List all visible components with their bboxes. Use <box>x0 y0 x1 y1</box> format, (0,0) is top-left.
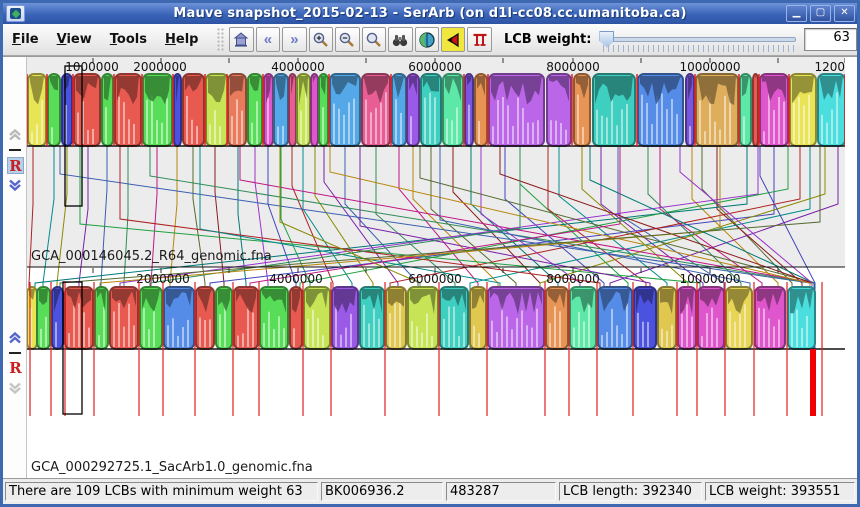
menu-toolbar: File View Tools Help « » <box>3 24 857 56</box>
genome2-collapse-button[interactable] <box>7 352 22 354</box>
genome2-reverse-button[interactable]: R <box>7 360 22 377</box>
svg-text:8000000: 8000000 <box>546 60 599 74</box>
menu-view[interactable]: View <box>48 32 101 47</box>
slider-ticks <box>603 45 796 52</box>
chevron-up-icon <box>8 129 22 141</box>
svg-text:4000000: 4000000 <box>269 272 322 286</box>
zoom-icon <box>365 31 383 49</box>
reverse-label: R <box>7 157 24 174</box>
zoom-in-icon <box>312 31 330 49</box>
genome2-label: GCA_000292725.1_SacArb1.0_genomic.fna <box>31 460 313 475</box>
genome1-move-down-button[interactable] <box>7 179 22 191</box>
svg-text:1000000: 1000000 <box>65 60 118 74</box>
genome-control-strip: R R <box>3 57 27 478</box>
menu-tools[interactable]: Tools <box>101 32 156 47</box>
find-button[interactable] <box>388 27 412 52</box>
lcb-weight-button[interactable] <box>467 27 491 52</box>
window-title: Mauve snapshot_2015-02-13 - SerArb (on d… <box>3 6 857 21</box>
dash-icon <box>9 149 21 151</box>
minimize-button[interactable]: ▁ <box>786 5 807 22</box>
status-lcb-length: LCB length: 392340 <box>559 482 702 501</box>
zoom-select-button[interactable] <box>362 27 386 52</box>
svg-text:10000000: 10000000 <box>679 60 740 74</box>
orthologs-button[interactable] <box>415 27 439 52</box>
alignment-viewer: R R <box>3 56 857 479</box>
chevron-down-icon <box>8 382 22 394</box>
binoculars-icon <box>391 31 409 49</box>
status-bar: There are 109 LCBs with minimum weight 6… <box>3 479 857 504</box>
globe-icon <box>418 31 436 49</box>
lcb-weight-label: LCB weight: <box>504 32 592 47</box>
genome1-collapse-button[interactable] <box>7 149 22 151</box>
genome-view-svg[interactable]: 1000000 2000000 4000000 6000000 8000000 10000… <box>27 57 845 479</box>
status-contig-name: BK006936.2 <box>321 482 443 501</box>
zoom-out-icon <box>338 31 356 49</box>
toolbar-drag-handle[interactable] <box>217 28 225 52</box>
home-icon <box>232 31 250 49</box>
svg-text:4000000: 4000000 <box>271 60 324 74</box>
slider-groove <box>601 37 796 42</box>
lcb-weight-slider[interactable] <box>597 28 798 52</box>
back-button[interactable]: « <box>256 27 280 52</box>
svg-text:6000000: 6000000 <box>408 60 461 74</box>
genome1-label: GCA_000146045.2_R64_genomic.fna <box>31 249 272 264</box>
genome2-move-up-button[interactable] <box>7 332 22 344</box>
forward-button[interactable]: » <box>282 27 306 52</box>
genome1-move-up-button[interactable] <box>7 129 22 141</box>
menu-help[interactable]: Help <box>156 32 207 47</box>
lcb-weight-icon <box>471 31 489 49</box>
status-position: 483287 <box>446 482 556 501</box>
close-button[interactable]: ✕ <box>834 5 855 22</box>
recolor-button[interactable] <box>441 27 465 52</box>
svg-text:12000000: 12000000 <box>814 60 845 74</box>
genome2-move-down-button[interactable] <box>7 382 22 394</box>
svg-text:6000000: 6000000 <box>408 272 461 286</box>
menu-file[interactable]: File <box>3 32 48 47</box>
chevron-up-icon <box>8 332 22 344</box>
back-icon: « <box>264 32 272 47</box>
svg-text:2000000: 2000000 <box>133 60 186 74</box>
title-bar[interactable]: Mauve snapshot_2015-02-13 - SerArb (on d… <box>3 3 857 24</box>
home-button[interactable] <box>229 27 253 52</box>
dash-icon <box>9 352 21 354</box>
svg-text:8000000: 8000000 <box>546 272 599 286</box>
reverse-label: R <box>7 360 24 377</box>
recolor-icon <box>444 31 462 49</box>
zoom-out-button[interactable] <box>335 27 359 52</box>
genome1-reverse-button[interactable]: R <box>7 157 22 174</box>
lcb-weight-value[interactable]: 63 <box>804 28 857 51</box>
status-lcb-weight: LCB weight: 393551 <box>705 482 855 501</box>
chevron-down-icon <box>8 179 22 191</box>
genome-viewport[interactable]: 1000000 2000000 4000000 6000000 8000000 10000… <box>27 57 854 478</box>
maximize-button[interactable]: ▢ <box>810 5 831 22</box>
svg-text:10000000: 10000000 <box>679 272 740 286</box>
app-window: Mauve snapshot_2015-02-13 - SerArb (on d… <box>0 0 860 507</box>
zoom-in-button[interactable] <box>309 27 333 52</box>
status-lcb-count: There are 109 LCBs with minimum weight 6… <box>5 482 318 501</box>
forward-icon: » <box>290 32 298 47</box>
